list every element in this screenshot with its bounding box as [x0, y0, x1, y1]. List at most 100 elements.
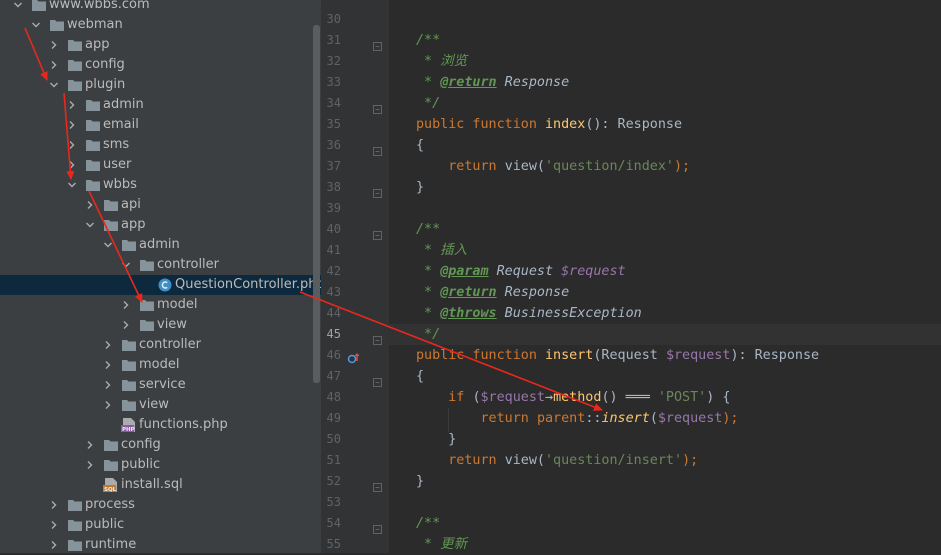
code-token: insert	[545, 348, 594, 363]
fold-marker-icon[interactable]	[373, 372, 382, 387]
tree-item-label: sms	[103, 137, 130, 152]
tree-folder-runtime[interactable]: runtime	[0, 535, 321, 553]
tree-folder-email[interactable]: email	[0, 115, 321, 135]
line-number: 48	[326, 390, 341, 404]
tree-item-label: QuestionController.php	[175, 277, 321, 292]
chevron-down-icon[interactable]	[48, 75, 60, 95]
line-number: 33	[326, 75, 341, 89]
tree-folder-service[interactable]: service	[0, 375, 321, 395]
tree-file-questioncontroller-php[interactable]: QuestionController.php	[0, 275, 321, 295]
chevron-right-icon[interactable]	[84, 455, 96, 475]
code-token: *	[416, 285, 441, 300]
fold-marker-icon[interactable]	[373, 183, 382, 198]
code-token: 'question/index'	[545, 159, 674, 174]
code-token: */	[416, 96, 441, 111]
chevron-right-icon[interactable]	[66, 95, 78, 115]
tree-folder-app[interactable]: app	[0, 215, 321, 235]
chevron-down-icon[interactable]	[30, 15, 42, 35]
code-line: */	[416, 324, 440, 345]
folder-icon	[139, 298, 155, 312]
fold-marker-icon[interactable]	[373, 519, 382, 534]
tree-folder-view[interactable]: view	[0, 395, 321, 415]
fold-marker-icon[interactable]	[373, 330, 382, 345]
chevron-down-icon[interactable]	[12, 0, 24, 15]
tree-folder-process[interactable]: process	[0, 495, 321, 515]
tree-item-label: app	[121, 217, 146, 232]
chevron-right-icon[interactable]	[120, 315, 132, 335]
tree-folder-public[interactable]: public	[0, 515, 321, 535]
override-method-icon[interactable]	[347, 350, 361, 369]
code-token: (	[649, 411, 658, 426]
tree-folder-public[interactable]: public	[0, 455, 321, 475]
code-token: }	[416, 432, 457, 447]
tree-folder-admin[interactable]: admin	[0, 235, 321, 255]
chevron-right-icon[interactable]	[102, 395, 114, 415]
tree-folder-user[interactable]: user	[0, 155, 321, 175]
chevron-right-icon[interactable]	[102, 335, 114, 355]
fold-marker-icon[interactable]	[373, 225, 382, 240]
tree-folder-controller[interactable]: controller	[0, 255, 321, 275]
tree-folder-wbbs[interactable]: wbbs	[0, 175, 321, 195]
code-token: */	[416, 327, 441, 342]
tree-file-install-sql[interactable]: SQL install.sql	[0, 475, 321, 495]
tree-folder-view[interactable]: view	[0, 315, 321, 335]
folder-icon	[85, 178, 101, 192]
tree-folder-webman[interactable]: webman	[0, 15, 321, 35]
code-token: @return	[440, 285, 497, 300]
chevron-right-icon[interactable]	[66, 155, 78, 175]
fold-marker-icon[interactable]	[373, 36, 382, 51]
chevron-right-icon[interactable]	[102, 355, 114, 375]
tree-folder-model[interactable]: model	[0, 295, 321, 315]
fold-marker-icon[interactable]	[373, 477, 382, 492]
code-line: return parent::insert($request);	[416, 408, 738, 429]
code-token: }	[416, 474, 425, 489]
tree-folder-config[interactable]: config	[0, 435, 321, 455]
tree-item-label: public	[85, 517, 125, 532]
tree-file-functions-php[interactable]: PHP functions.php	[0, 415, 321, 435]
chevron-right-icon[interactable]	[120, 295, 132, 315]
fold-marker-icon[interactable]	[373, 99, 382, 114]
chevron-right-icon[interactable]	[66, 115, 78, 135]
tree-scrollbar[interactable]	[313, 25, 320, 383]
folder-icon	[67, 538, 83, 552]
code-token: {	[416, 138, 425, 153]
line-number: 43	[326, 285, 341, 299]
code-line: if ($request→method() ═══ 'POST') {	[416, 387, 730, 408]
tree-folder-admin[interactable]: admin	[0, 95, 321, 115]
tree-folder-api[interactable]: api	[0, 195, 321, 215]
code-token: 'question/insert'	[545, 453, 683, 468]
fold-marker-icon[interactable]	[373, 141, 382, 156]
chevron-right-icon[interactable]	[48, 495, 60, 515]
chevron-down-icon[interactable]	[102, 235, 114, 255]
code-token: * 更新	[416, 537, 467, 552]
code-token: Request	[488, 264, 562, 279]
chevron-down-icon[interactable]	[84, 215, 96, 235]
tree-folder-sms[interactable]: sms	[0, 135, 321, 155]
folder-icon	[121, 238, 137, 252]
chevron-right-icon[interactable]	[84, 195, 96, 215]
tree-folder-plugin[interactable]: plugin	[0, 75, 321, 95]
tree-folder-controller[interactable]: controller	[0, 335, 321, 355]
code-token: ::	[585, 411, 602, 426]
chevron-down-icon[interactable]	[120, 255, 132, 275]
line-number: 49	[326, 411, 341, 425]
tree-folder-app[interactable]: app	[0, 35, 321, 55]
chevron-right-icon[interactable]	[102, 375, 114, 395]
code-line: * @return Response	[416, 282, 569, 303]
chevron-down-icon[interactable]	[66, 175, 78, 195]
tree-folder-config[interactable]: config	[0, 55, 321, 75]
code-line: /**	[416, 219, 440, 240]
chevron-right-icon[interactable]	[48, 515, 60, 535]
tree-folder-model[interactable]: model	[0, 355, 321, 375]
tree-folder-www-wbbs-com[interactable]: www.wbbs.com	[0, 0, 321, 15]
code-token: /**	[416, 222, 441, 237]
code-token: return	[416, 411, 537, 426]
chevron-right-icon[interactable]	[66, 135, 78, 155]
line-number: 30	[326, 12, 341, 26]
code-token: (): Response	[585, 117, 683, 132]
chevron-right-icon[interactable]	[48, 55, 60, 75]
chevron-right-icon[interactable]	[84, 435, 96, 455]
code-token: 'POST'	[657, 390, 707, 405]
chevron-right-icon[interactable]	[48, 35, 60, 55]
chevron-right-icon[interactable]	[48, 535, 60, 553]
